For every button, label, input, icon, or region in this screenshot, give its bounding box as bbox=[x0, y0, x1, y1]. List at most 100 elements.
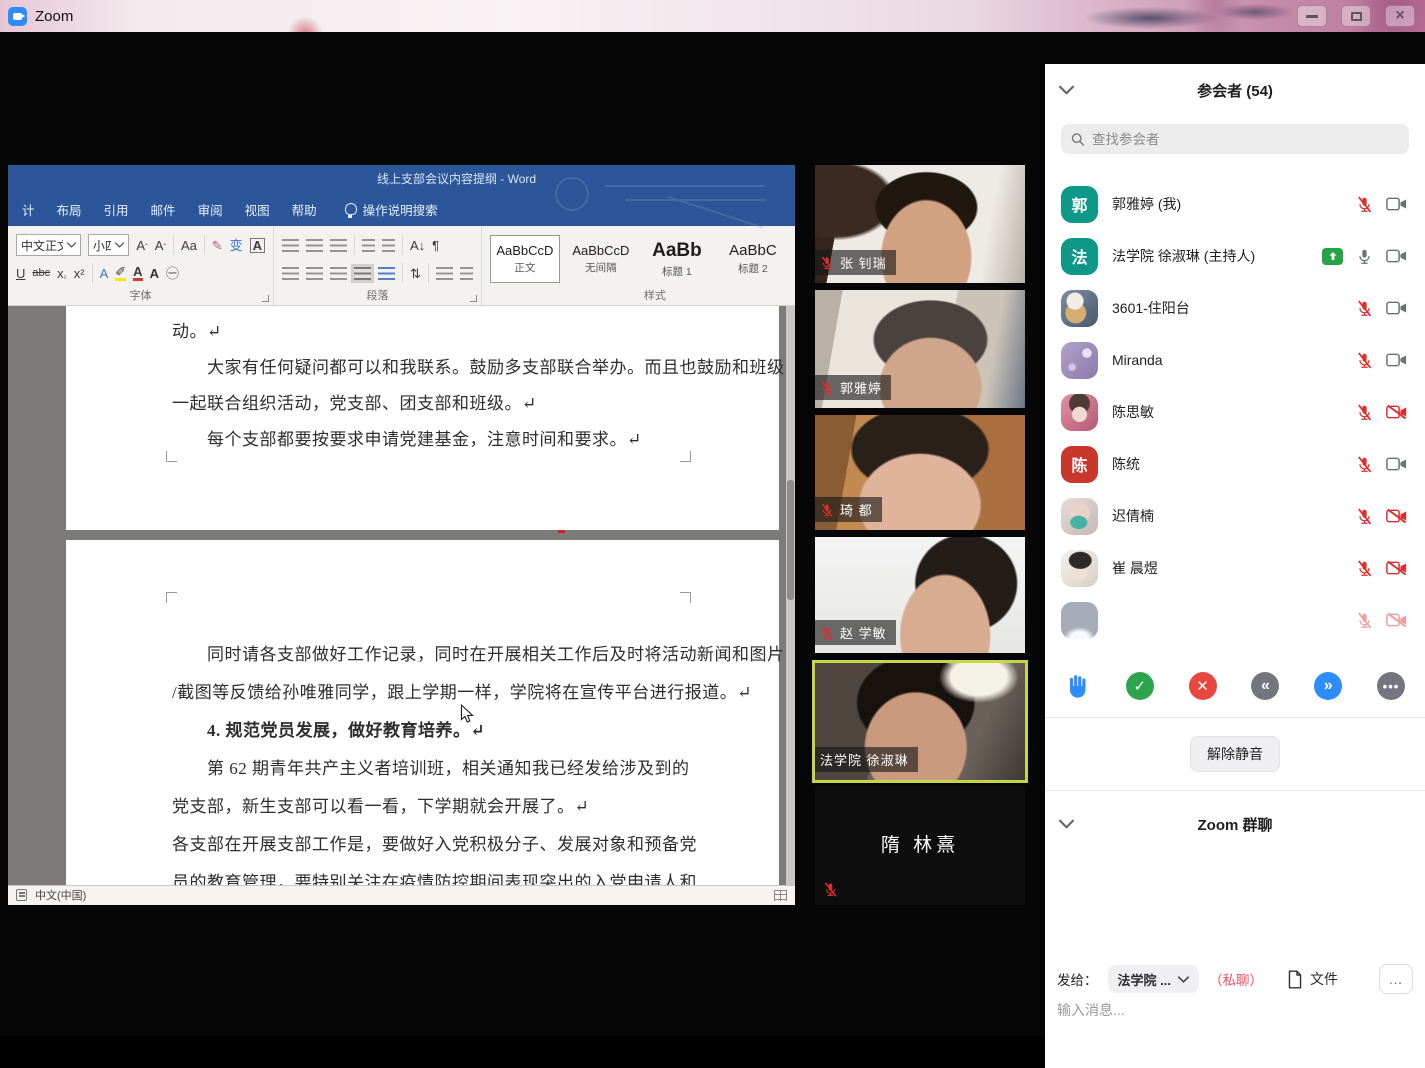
muted-mic-icon[interactable] bbox=[1356, 456, 1373, 473]
document-scrollbar[interactable] bbox=[786, 306, 795, 885]
tab-design[interactable]: 计 bbox=[22, 200, 35, 219]
participant-row[interactable]: Miranda bbox=[1045, 334, 1425, 386]
style-normal[interactable]: AaBbCcD 正文 bbox=[490, 235, 560, 283]
yes-icon[interactable]: ✓ bbox=[1126, 672, 1154, 700]
muted-mic-icon[interactable] bbox=[1356, 560, 1373, 577]
align-center-icon[interactable] bbox=[306, 267, 323, 280]
send-file-button[interactable]: 文件 bbox=[1287, 969, 1338, 989]
raise-hand-icon[interactable] bbox=[1065, 673, 1091, 699]
tab-references[interactable]: 引用 bbox=[104, 200, 129, 219]
participant-row-partial[interactable] bbox=[1045, 594, 1425, 646]
participant-row-host[interactable]: 法 法学院 徐淑琳 (主持人) bbox=[1045, 230, 1425, 282]
font-color-button[interactable]: A bbox=[133, 265, 142, 281]
video-tile[interactable]: 郭雅婷 bbox=[815, 290, 1025, 408]
align-left-icon[interactable] bbox=[282, 267, 299, 280]
no-icon[interactable]: ✕ bbox=[1189, 672, 1217, 700]
shrink-font-button[interactable]: Aˇ bbox=[155, 239, 166, 252]
participant-search-input[interactable] bbox=[1092, 132, 1399, 147]
align-right-icon[interactable] bbox=[330, 267, 347, 280]
tab-view[interactable]: 视图 bbox=[245, 200, 270, 219]
highlight-color-button[interactable]: ✐ bbox=[115, 265, 126, 281]
muted-mic-icon[interactable] bbox=[1356, 404, 1373, 421]
language-status[interactable]: 中文(中国) bbox=[35, 887, 86, 903]
numbering-icon[interactable] bbox=[306, 239, 323, 252]
pilcrow-icon[interactable]: ¶ bbox=[432, 239, 439, 252]
font-name-select[interactable]: 中文正文 bbox=[16, 234, 81, 256]
video-tile[interactable]: 赵 学敏 bbox=[815, 537, 1025, 653]
unmute-button[interactable]: 解除静音 bbox=[1190, 736, 1280, 772]
camera-icon[interactable] bbox=[1386, 197, 1407, 211]
camera-icon[interactable] bbox=[1386, 301, 1407, 315]
camera-off-icon[interactable] bbox=[1386, 561, 1407, 575]
view-grid-icon[interactable] bbox=[774, 890, 787, 901]
word-document-area[interactable]: 动。↵ 大家有任何疑问都可以和我联系。鼓励多支部联合举办。而且也鼓励和班级 一起… bbox=[8, 306, 795, 885]
strikethrough-button[interactable]: abc bbox=[32, 268, 50, 279]
participant-list[interactable]: 郭 郭雅婷 (我) 法 法学院 徐淑琳 (主持人) bbox=[1045, 178, 1425, 670]
proofing-icon[interactable] bbox=[16, 889, 27, 901]
font-size-select[interactable]: 小四 bbox=[88, 234, 130, 256]
go-slower-icon[interactable]: « bbox=[1251, 672, 1279, 700]
change-case-button[interactable]: Aa bbox=[181, 239, 197, 252]
camera-icon[interactable] bbox=[1386, 353, 1407, 367]
underline-button[interactable]: U bbox=[16, 267, 25, 280]
camera-off-icon[interactable] bbox=[1386, 509, 1407, 523]
minimize-button[interactable] bbox=[1297, 5, 1327, 27]
tell-me-search[interactable]: 操作说明搜索 bbox=[345, 200, 438, 219]
maximize-button[interactable] bbox=[1341, 5, 1371, 27]
line-spacing-icon[interactable]: ⇅ bbox=[410, 267, 421, 280]
muted-mic-icon[interactable] bbox=[1356, 612, 1373, 629]
muted-mic-icon[interactable] bbox=[1356, 352, 1373, 369]
muted-mic-icon[interactable] bbox=[1356, 196, 1373, 213]
participant-row[interactable]: 陈思敏 bbox=[1045, 386, 1425, 438]
camera-off-icon[interactable] bbox=[1386, 613, 1407, 627]
borders-icon[interactable] bbox=[460, 267, 473, 280]
character-border-icon[interactable]: A bbox=[250, 238, 265, 253]
shading-fill-icon[interactable] bbox=[436, 267, 453, 280]
circle-char-button[interactable]: ㊀ bbox=[166, 267, 179, 280]
superscript-button[interactable]: x² bbox=[74, 267, 85, 280]
phonetic-guide-icon[interactable]: 变 bbox=[230, 239, 243, 252]
text-effects-button[interactable]: A bbox=[100, 267, 109, 280]
chat-message-input[interactable] bbox=[1057, 1002, 1413, 1018]
camera-off-icon[interactable] bbox=[1386, 405, 1407, 419]
participant-row[interactable]: 陈 陈统 bbox=[1045, 438, 1425, 490]
style-heading1[interactable]: AaBb 标题 1 bbox=[642, 235, 712, 283]
subscript-button[interactable]: x₂ bbox=[57, 267, 67, 280]
participant-row[interactable]: 迟倩楠 bbox=[1045, 490, 1425, 542]
bullets-icon[interactable] bbox=[282, 239, 299, 252]
muted-mic-icon[interactable] bbox=[1356, 508, 1373, 525]
participant-row[interactable]: 郭 郭雅婷 (我) bbox=[1045, 178, 1425, 230]
camera-icon[interactable] bbox=[1386, 457, 1407, 471]
video-tile[interactable]: 琦 都 bbox=[815, 415, 1025, 530]
format-painter-icon[interactable]: ✎ bbox=[212, 239, 223, 252]
collapse-participants-icon[interactable] bbox=[1059, 86, 1074, 95]
multilevel-list-icon[interactable] bbox=[330, 239, 347, 252]
shading-button[interactable]: A bbox=[150, 267, 159, 280]
grow-font-button[interactable]: Aˆ bbox=[136, 239, 147, 252]
video-tile[interactable]: 张 钊瑞 bbox=[815, 165, 1025, 283]
muted-mic-icon[interactable] bbox=[1356, 300, 1373, 317]
sort-icon[interactable]: A↓ bbox=[410, 239, 425, 252]
send-to-dropdown[interactable]: 法学院 ... bbox=[1108, 965, 1199, 993]
tab-help[interactable]: 帮助 bbox=[292, 200, 317, 219]
distribute-icon[interactable] bbox=[378, 267, 395, 280]
mic-icon[interactable] bbox=[1356, 248, 1373, 265]
decrease-indent-icon[interactable] bbox=[362, 239, 375, 252]
font-dialog-launcher[interactable] bbox=[262, 295, 269, 302]
close-button[interactable]: × bbox=[1385, 5, 1415, 27]
more-reactions-icon[interactable]: ••• bbox=[1377, 672, 1405, 700]
video-tile-active-speaker[interactable]: 法学院 徐淑琳 bbox=[815, 663, 1025, 780]
camera-icon[interactable] bbox=[1386, 249, 1407, 263]
paragraph-dialog-launcher[interactable] bbox=[470, 295, 477, 302]
chat-more-button[interactable]: ... bbox=[1379, 964, 1413, 994]
participant-row[interactable]: 3601-住阳台 bbox=[1045, 282, 1425, 334]
collapse-chat-icon[interactable] bbox=[1059, 820, 1074, 829]
participant-row[interactable]: 崔 晨煜 bbox=[1045, 542, 1425, 594]
style-partial[interactable]: A bbox=[794, 235, 795, 283]
participant-search[interactable] bbox=[1061, 124, 1409, 154]
tab-layout[interactable]: 布局 bbox=[57, 200, 82, 219]
style-no-spacing[interactable]: AaBbCcD 无间隔 bbox=[566, 235, 636, 283]
tab-mailings[interactable]: 邮件 bbox=[151, 200, 176, 219]
video-tile-camera-off[interactable]: 隋 林熹 bbox=[815, 786, 1025, 905]
tab-review[interactable]: 审阅 bbox=[198, 200, 223, 219]
